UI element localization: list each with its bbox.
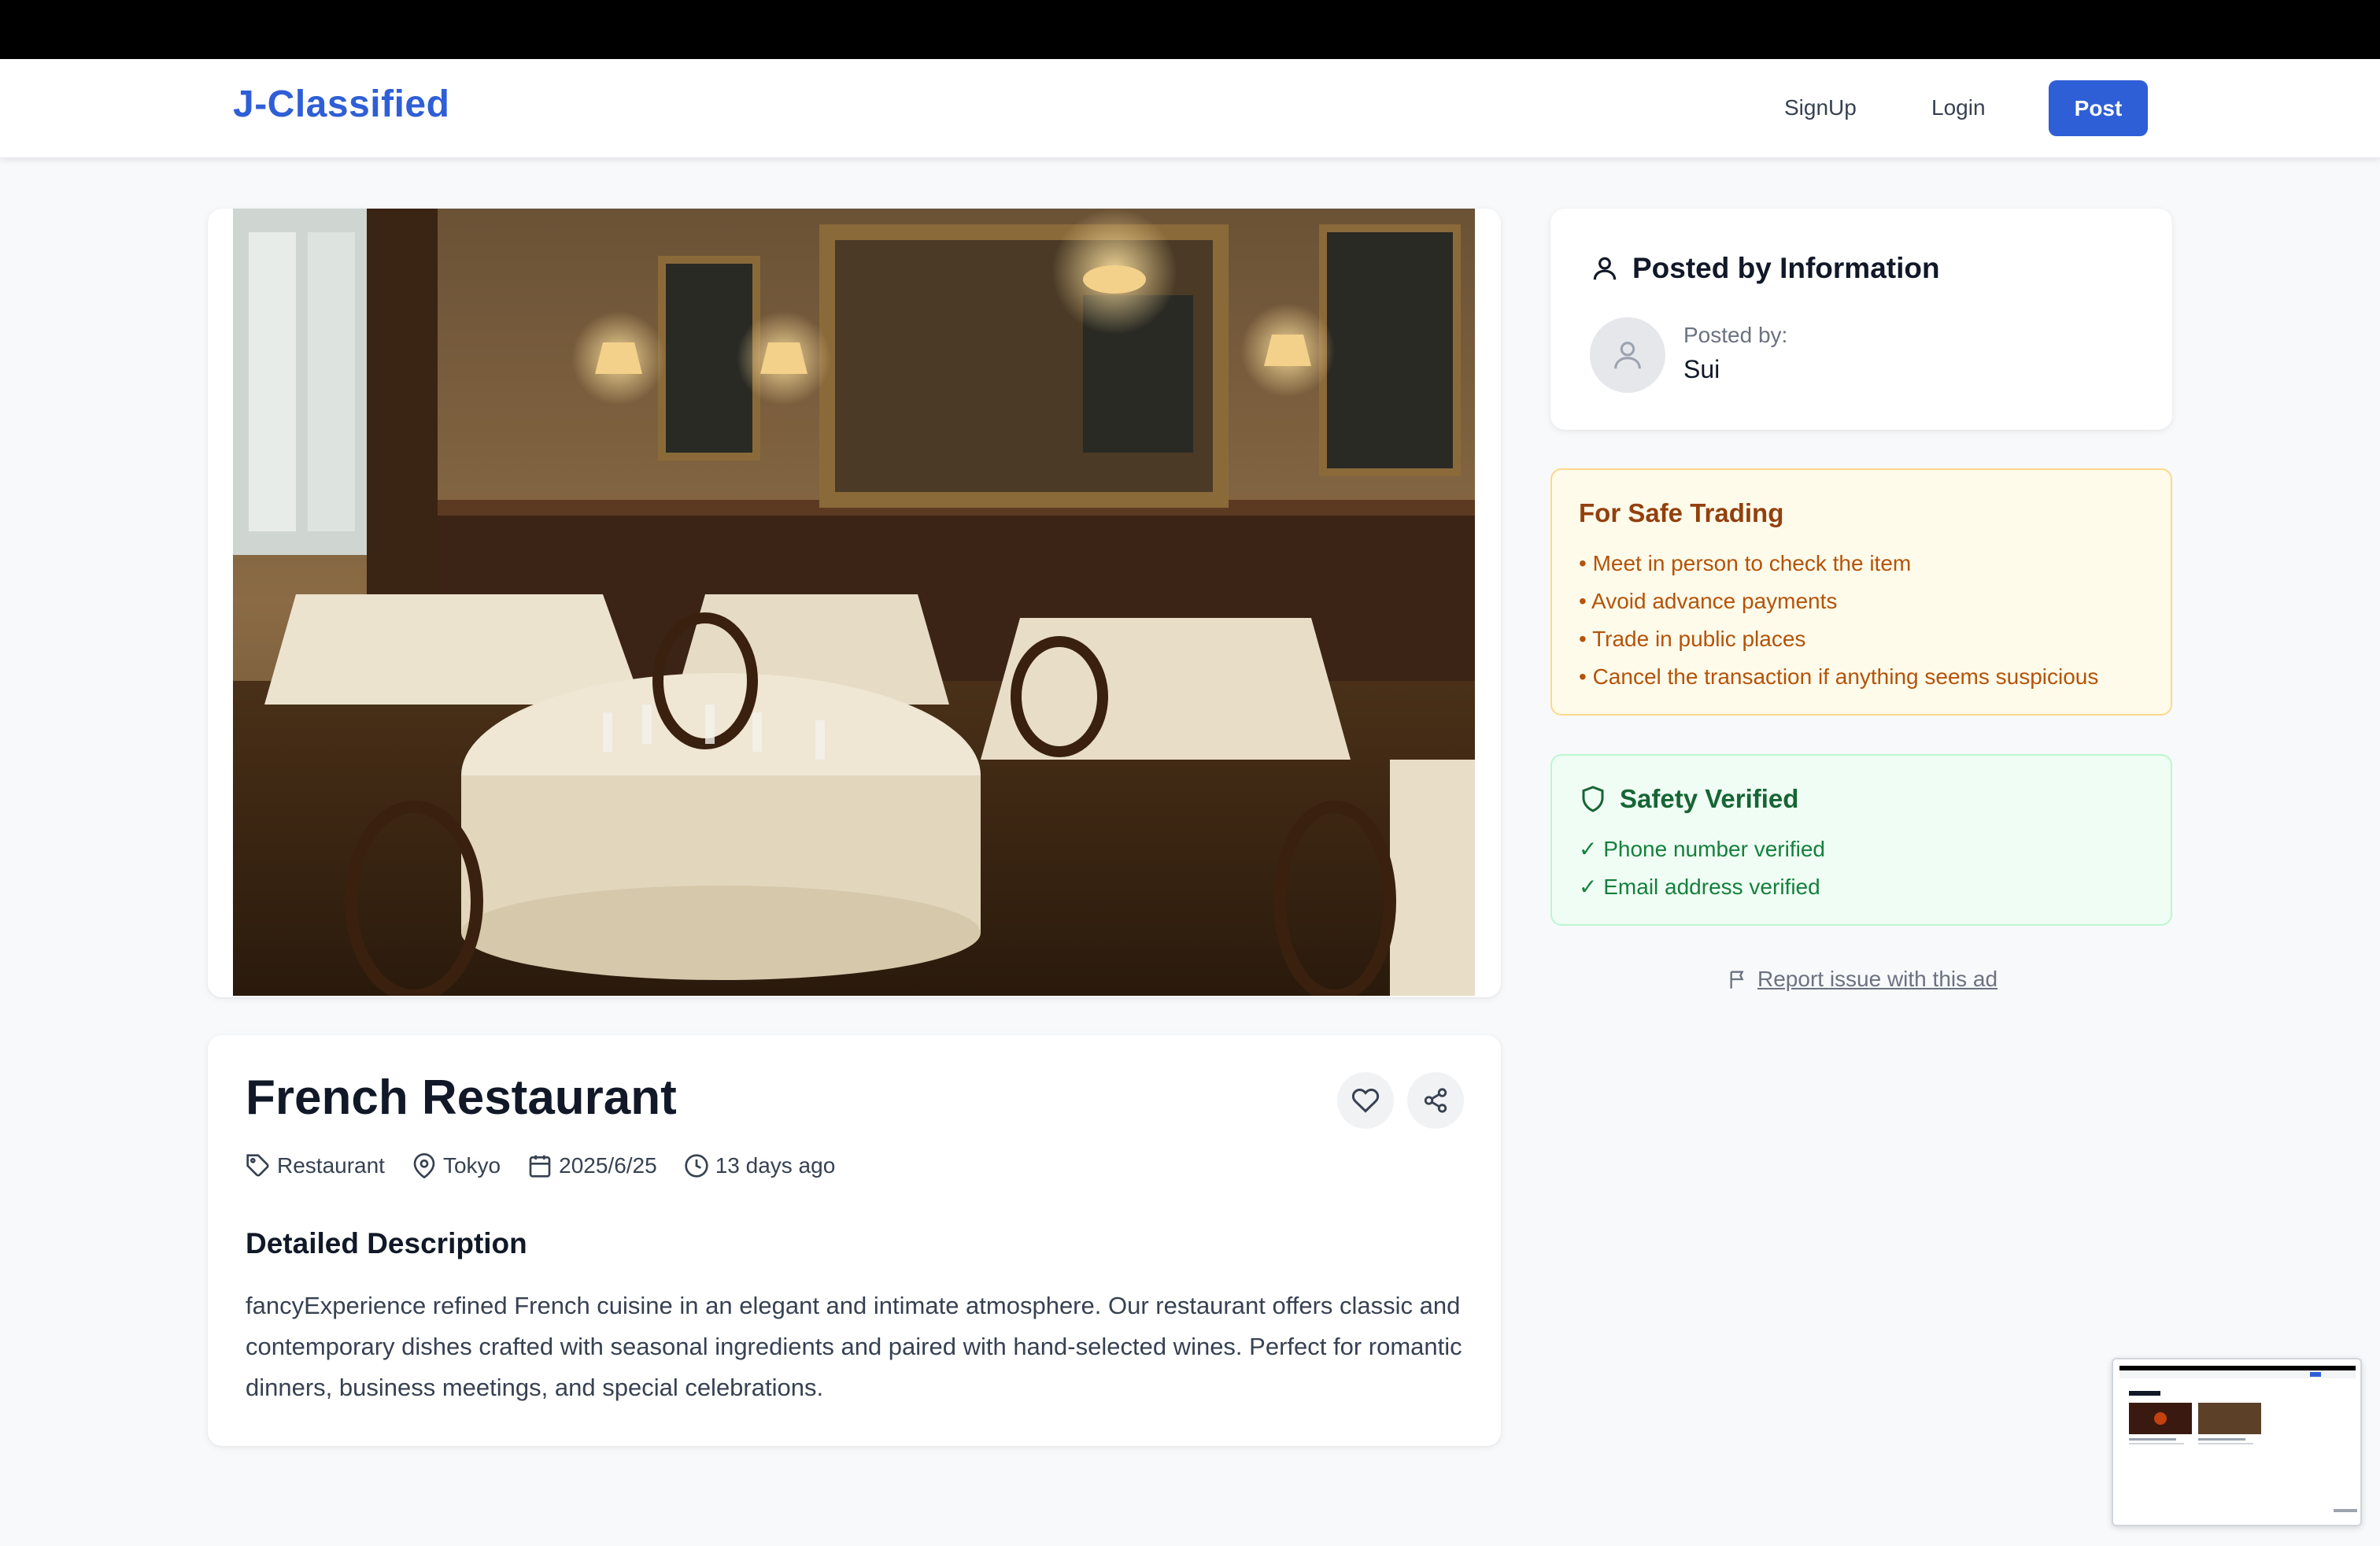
- report-issue-label: Report issue with this ad: [1757, 967, 1998, 991]
- avatar-user-icon: [1614, 342, 1641, 369]
- page-preview-thumbnail[interactable]: [2112, 1358, 2362, 1526]
- date-meta: 2025/6/25: [527, 1153, 657, 1178]
- top-black-bar: [0, 0, 2380, 59]
- safety-verified-heading-text: Safety Verified: [1620, 784, 1799, 813]
- list-item: • Meet in person to check the item: [1579, 551, 1912, 575]
- clock-icon: [685, 1154, 708, 1178]
- post-button[interactable]: Post: [2049, 80, 2148, 136]
- posted-by-label: Posted by:: [1683, 323, 1788, 347]
- calendar-icon: [529, 1155, 551, 1178]
- safety-verified-card: Safety Verified ✓ Phone number verified …: [1550, 754, 2172, 926]
- listing-meta: Restaurant Tokyo 2025/6/25 13 days ago: [246, 1153, 862, 1178]
- restaurant-photo[interactable]: [233, 209, 1475, 996]
- list-item: • Avoid advance payments: [1579, 589, 1838, 613]
- posted-ago-label: 13 days ago: [715, 1153, 836, 1178]
- listing-detail-card: French Restaurant Restaurant Tokyo 2025/…: [208, 1035, 1501, 1446]
- list-item: ✓ Phone number verified: [1579, 837, 1825, 861]
- poster-name: Sui: [1683, 355, 1720, 383]
- report-issue-link[interactable]: Report issue with this ad: [1728, 967, 1998, 992]
- navbar: J-Classified SignUp Login Post: [0, 59, 2380, 158]
- safe-trading-heading: For Safe Trading: [1579, 498, 1784, 527]
- listing-image-card: [208, 209, 1501, 997]
- avatar: [1590, 317, 1665, 393]
- login-link[interactable]: Login: [1931, 95, 1986, 120]
- heart-icon: [1351, 1088, 1380, 1113]
- category-label: Restaurant: [277, 1153, 385, 1178]
- user-icon: [1593, 257, 1617, 280]
- verification-list: ✓ Phone number verified ✓ Email address …: [1579, 830, 1825, 906]
- location-meta: Tokyo: [412, 1153, 501, 1178]
- brand-logo[interactable]: J-Classified: [233, 83, 449, 126]
- tag-icon: [246, 1154, 269, 1177]
- share-icon: [1424, 1088, 1447, 1113]
- posted-ago-meta: 13 days ago: [684, 1153, 836, 1178]
- posted-by-heading: Posted by Information: [1590, 252, 1940, 285]
- posted-by-heading-text: Posted by Information: [1632, 252, 1940, 284]
- description-heading: Detailed Description: [246, 1227, 527, 1259]
- location-label: Tokyo: [442, 1153, 501, 1178]
- description-text: fancyExperience refined French cuisine i…: [246, 1292, 1462, 1401]
- share-button[interactable]: [1407, 1072, 1464, 1129]
- list-item: • Cancel the transaction if anything see…: [1579, 664, 2099, 689]
- shield-icon: [1582, 786, 1604, 812]
- category-meta[interactable]: Restaurant: [246, 1153, 385, 1178]
- favorite-button[interactable]: [1337, 1072, 1394, 1129]
- posted-by-card: Posted by Information Posted by: Sui: [1550, 209, 2172, 430]
- map-pin-icon: [413, 1153, 435, 1178]
- list-item: • Trade in public places: [1579, 627, 1806, 651]
- safe-trading-card: For Safe Trading • Meet in person to che…: [1550, 468, 2172, 716]
- safe-trading-list: • Meet in person to check the item • Avo…: [1579, 545, 2098, 696]
- flag-icon: [1730, 971, 1744, 989]
- safety-verified-heading: Safety Verified: [1579, 784, 1798, 814]
- signup-link[interactable]: SignUp: [1784, 95, 1857, 120]
- listing-title: French Restaurant: [246, 1071, 677, 1125]
- date-label: 2025/6/25: [559, 1153, 657, 1178]
- list-item: ✓ Email address verified: [1579, 875, 1820, 899]
